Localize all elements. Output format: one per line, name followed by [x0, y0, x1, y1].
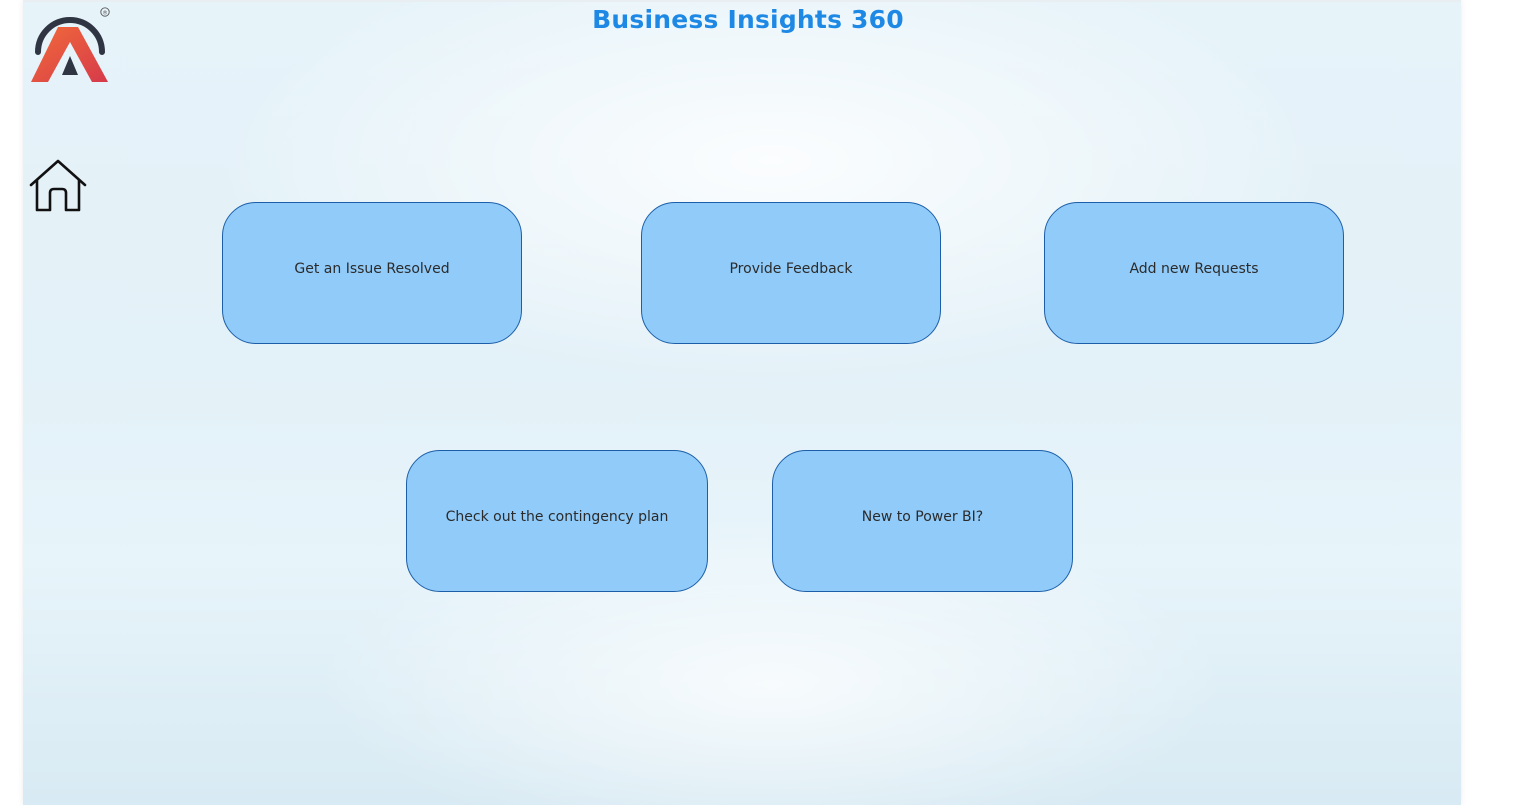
tile-label: New to Power BI? — [861, 509, 984, 525]
get-issue-resolved-button[interactable]: Get an Issue Resolved — [222, 202, 522, 344]
tile-label: Check out the contingency plan — [445, 509, 669, 525]
tile-label: Provide Feedback — [729, 261, 853, 277]
add-new-requests-button[interactable]: Add new Requests — [1044, 202, 1344, 344]
page-title: Business Insights 360 — [592, 5, 904, 34]
report-canvas — [23, 0, 1461, 805]
tile-label: Add new Requests — [1129, 261, 1259, 277]
provide-feedback-button[interactable]: Provide Feedback — [641, 202, 941, 344]
contingency-plan-button[interactable]: Check out the contingency plan — [406, 450, 708, 592]
tile-label: Get an Issue Resolved — [294, 261, 450, 277]
home-icon[interactable] — [28, 158, 88, 214]
top-divider — [23, 0, 1461, 2]
new-to-power-bi-button[interactable]: New to Power BI? — [772, 450, 1073, 592]
